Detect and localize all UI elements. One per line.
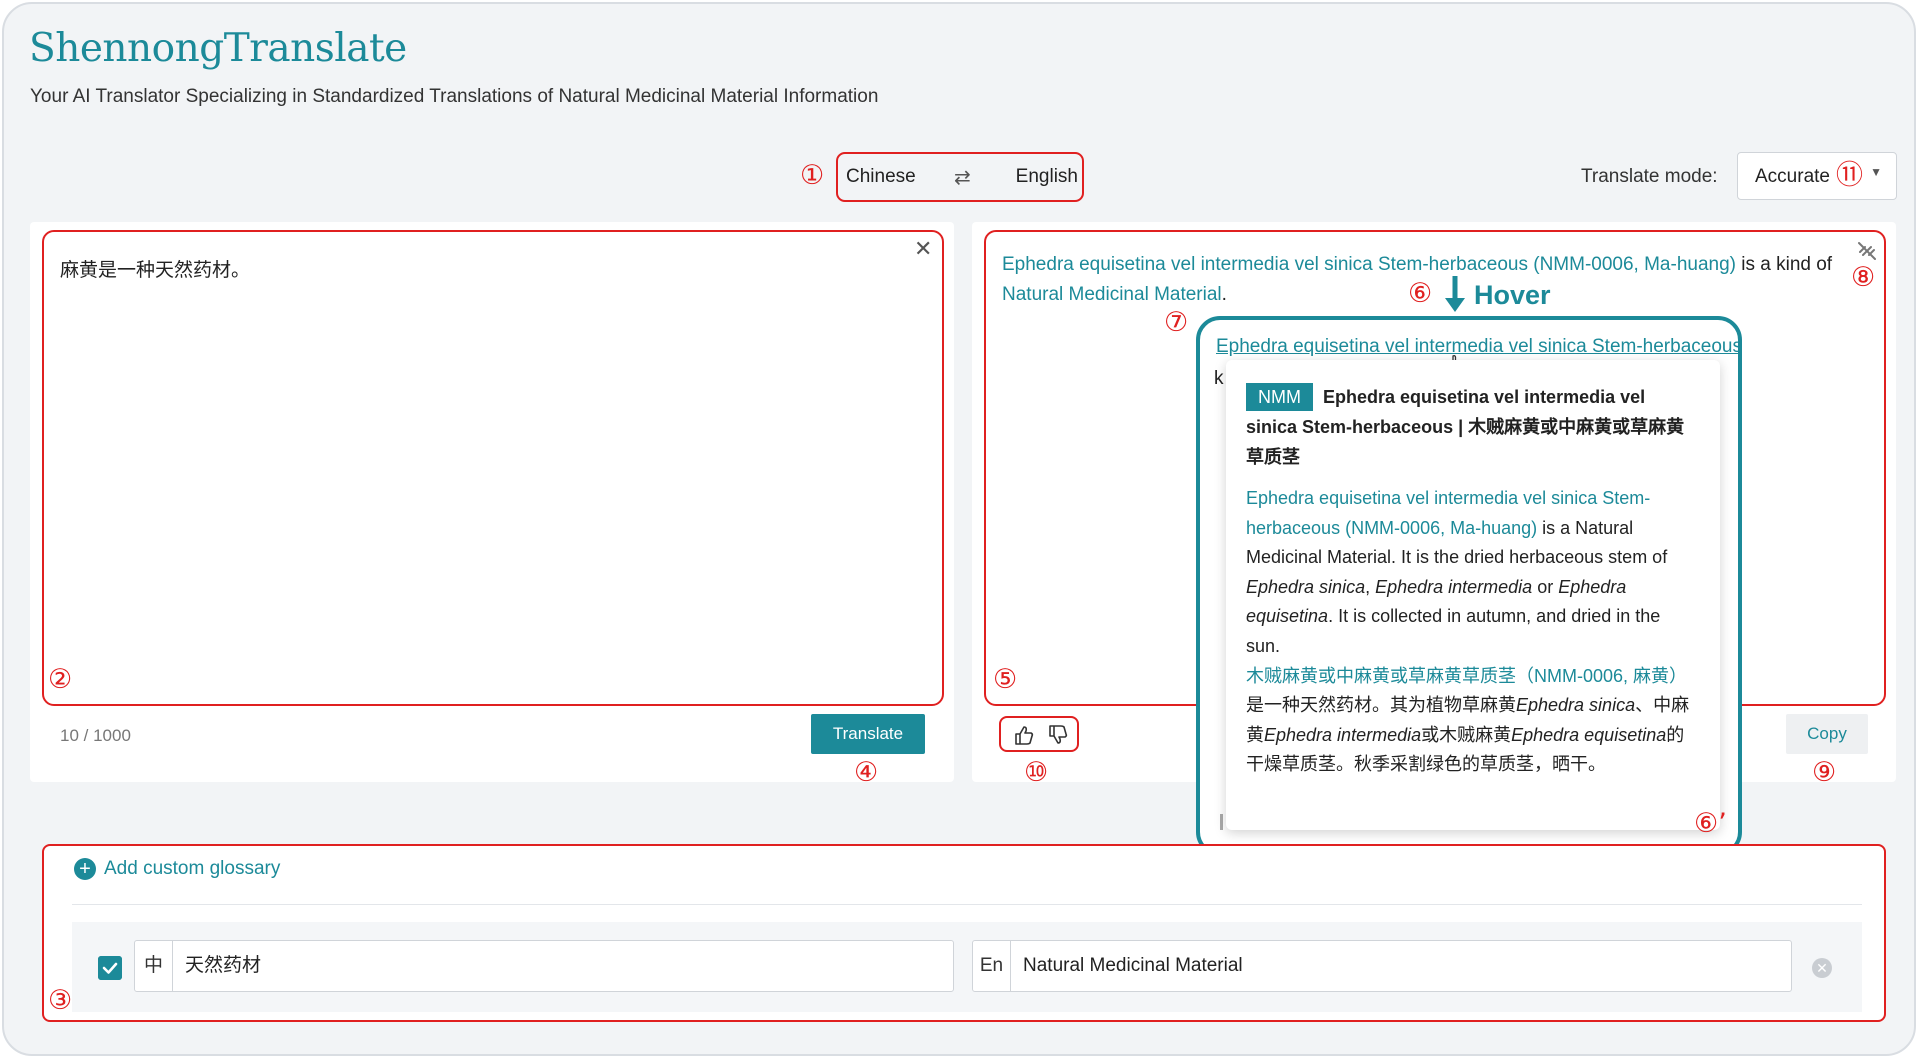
hover-label: Hover (1474, 280, 1551, 310)
character-count: 10 / 1000 (60, 726, 131, 745)
glossary-entry-row: 中 天然药材 En Natural Medicinal Material ✕ (72, 922, 1862, 1012)
tooltip-heading: NMM Ephedra equisetina vel intermedia vel… (1246, 382, 1690, 472)
glossary-chinese-value[interactable]: 天然药材 (185, 941, 261, 991)
tooltip-term-zh: 木贼麻黄或中麻黄或草麻黄草质茎（NMM-0006, 麻黄） (1246, 665, 1688, 686)
term-link-ephedra[interactable]: Ephedra equisetina vel intermedia vel si… (1002, 254, 1736, 275)
translate-button[interactable]: Translate (811, 714, 925, 754)
term-tooltip: NMM Ephedra equisetina vel intermedia vel… (1226, 360, 1720, 830)
close-icon[interactable]: ✕ (914, 236, 932, 262)
swap-arrows-icon[interactable]: ⇄ (954, 165, 971, 190)
annotation-marker-7: ⑦ (1164, 307, 1189, 338)
glossary-entry-checkbox[interactable] (98, 956, 122, 980)
arrow-down-icon (1445, 276, 1465, 312)
unlink-icon[interactable] (1856, 240, 1878, 262)
chinese-prefix: 中 (135, 941, 173, 991)
annotation-marker-11: ⑪ (1836, 160, 1863, 191)
annotation-marker-3: ③ (48, 985, 73, 1016)
glossary-chinese-field[interactable]: 中 天然药材 (134, 940, 954, 992)
plus-circle-icon: + (74, 858, 96, 880)
add-custom-glossary-button[interactable]: + Add custom glossary (74, 858, 280, 880)
annotation-marker-1: ① (800, 160, 825, 191)
app-subtitle: Your AI Translator Specializing in Stand… (30, 86, 879, 107)
tooltip-chinese-definition: 木贼麻黄或中麻黄或草麻黄草质茎（NMM-0006, 麻黄）是一种天然药材。其为植… (1246, 665, 1690, 775)
glossary-english-value[interactable]: Natural Medicinal Material (1023, 941, 1243, 991)
term-link-natural-medicinal-material[interactable]: Natural Medicinal Material (1002, 284, 1222, 305)
annotation-marker-6: ⑥ (1408, 278, 1433, 309)
custom-glossary-section: + Add custom glossary 中 天然药材 En Natural … (42, 844, 1886, 1022)
english-prefix: En (973, 941, 1011, 991)
tooltip-english-definition: Ephedra equisetina vel intermedia vel si… (1246, 488, 1668, 656)
translate-mode-select[interactable]: Accurate ▼ (1737, 152, 1897, 200)
remove-entry-icon[interactable]: ✕ (1812, 958, 1832, 978)
annotation-marker-6-prime: ⑥’ (1694, 808, 1727, 839)
annotation-marker-5: ⑤ (993, 664, 1018, 695)
hover-callout-frame: Ephedra equisetina vel intermedia vel si… (1196, 316, 1742, 856)
language-switch: Chinese ⇄ English (836, 152, 1084, 202)
app-title: ShennongTranslate (29, 26, 407, 71)
feedback-group (999, 716, 1079, 752)
app-window: ShennongTranslate Your AI Translator Spe… (2, 2, 1916, 1056)
thumbs-up-icon[interactable] (1013, 724, 1035, 746)
copy-button[interactable]: Copy (1786, 714, 1868, 754)
add-custom-glossary-label: Add custom glossary (104, 858, 281, 879)
thumbs-down-icon[interactable] (1047, 724, 1069, 746)
glossary-english-field[interactable]: En Natural Medicinal Material (972, 940, 1792, 992)
source-language[interactable]: Chinese (846, 166, 916, 188)
nmm-badge: NMM (1246, 383, 1313, 411)
annotation-marker-2: ② (48, 664, 73, 695)
chevron-down-icon: ▼ (1870, 165, 1882, 179)
source-text[interactable]: 麻黄是一种天然药材。 (60, 255, 250, 282)
text-cursor (1220, 814, 1223, 830)
target-language[interactable]: English (1016, 166, 1078, 188)
annotation-marker-4: ④ (854, 757, 879, 788)
hovered-term-link[interactable]: Ephedra equisetina vel intermedia vel si… (1216, 336, 1738, 358)
annotation-marker-8: ⑧ (1851, 262, 1876, 293)
translate-mode-value: Accurate (1755, 166, 1830, 187)
annotation-marker-9: ⑨ (1812, 757, 1837, 788)
annotation-marker-10: ⑩ (1024, 757, 1049, 788)
divider (72, 904, 1862, 905)
source-input-area[interactable] (42, 230, 944, 706)
output-text-peek: k (1214, 368, 1224, 389)
translate-mode-label: Translate mode: (1581, 166, 1718, 187)
